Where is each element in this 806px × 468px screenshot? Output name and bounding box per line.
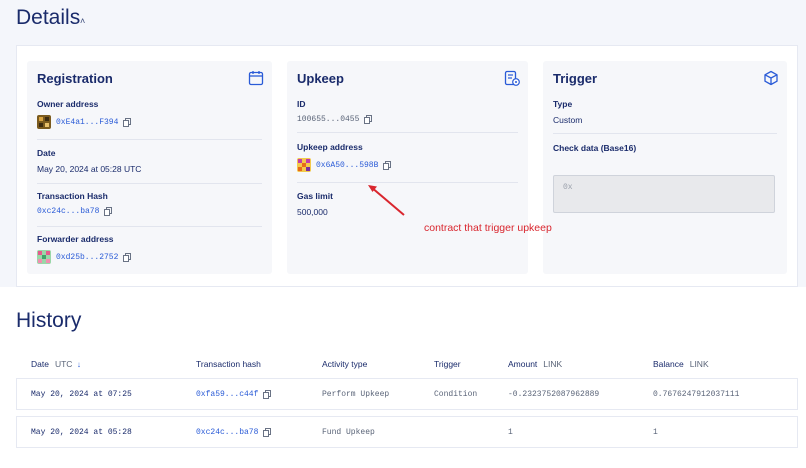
table-row: May 20, 2024 at 05:28 0xc24c...ba78 Fund… [16,416,798,448]
row-trigger: Condition [434,390,478,399]
id-label: ID [297,99,306,109]
tx-column-header: Transaction hash [196,359,261,369]
date-value: May 20, 2024 at 05:28 UTC [37,164,142,174]
copy-icon[interactable] [123,252,132,262]
annotation-text: contract that trigger upkeep [424,222,552,234]
divider [37,183,262,184]
gas-limit-value: 500,000 [297,207,328,217]
upkeep-avatar [297,158,311,172]
owner-field: Owner address 0xE4a1...F394 [37,99,132,129]
type-value: Custom [553,115,583,125]
id-value[interactable]: 100655...0455 [297,115,359,124]
row-activity: Fund Upkeep [322,428,375,437]
tx-hash-value[interactable]: 0xc24c...ba78 [37,207,99,216]
sort-arrow-icon[interactable]: ↓ [77,360,81,369]
row-date: May 20, 2024 at 05:28 [31,428,132,437]
id-field: ID 100655...0455 [297,99,373,124]
balance-header-label: Balance [653,359,684,369]
cube-icon [764,70,778,86]
date-header-unit: UTC [54,359,73,369]
trigger-title: Trigger [553,71,598,86]
tx-hash-label: Transaction Hash [37,191,108,201]
table-row: May 20, 2024 at 07:25 0xfa59...c44f Perf… [16,378,798,410]
amount-header-label: Amount [508,359,538,369]
owner-address[interactable]: 0xE4a1...F394 [56,118,118,127]
balance-column-header: Balance LINK [653,359,709,369]
divider [37,139,262,140]
copy-icon[interactable] [263,428,272,437]
copy-icon[interactable] [364,115,373,124]
row-tx-hash[interactable]: 0xfa59...c44f [196,390,272,399]
forwarder-address[interactable]: 0xd25b...2752 [56,253,118,262]
row-balance: 0.7676247912037111 [653,390,740,399]
gas-limit-field: Gas limit 500,000 [297,191,333,217]
upkeep-settings-icon [504,70,520,86]
row-amount: 1 [508,428,513,437]
forwarder-label: Forwarder address [37,234,114,244]
upkeep-card: Upkeep ID 100655...0455 Upkeep address 0… [287,61,528,274]
row-tx-hash-value[interactable]: 0xfa59...c44f [196,390,258,399]
details-heading: Details [16,6,81,29]
copy-icon[interactable] [104,207,113,216]
type-field: Type Custom [553,99,582,125]
row-balance: 1 [653,428,658,437]
copy-icon[interactable] [383,160,392,170]
activity-column-header: Activity type [322,359,368,369]
history-heading: History [16,309,82,332]
registration-title: Registration [37,71,113,86]
trigger-card: Trigger Type Custom Check data (Base16) … [543,61,787,274]
copy-icon[interactable] [123,117,132,127]
annotation-arrow-icon [368,185,405,216]
check-data-label: Check data (Base16) [553,143,637,153]
date-field: Date May 20, 2024 at 05:28 UTC [37,148,141,174]
calendar-icon [248,71,264,86]
type-label: Type [553,99,573,109]
owner-label: Owner address [37,99,99,109]
trigger-column-header: Trigger [434,359,461,369]
divider [553,133,777,134]
row-date: May 20, 2024 at 07:25 [31,390,132,399]
date-header-label: Date [31,359,49,369]
amount-column-header: Amount LINK [508,359,562,369]
row-activity: Perform Upkeep [322,390,390,399]
upkeep-title: Upkeep [297,71,344,86]
check-data-textarea[interactable]: 0x [553,175,775,213]
owner-avatar [37,115,51,129]
tx-hash-field: Transaction Hash 0xc24c...ba78 [37,191,113,216]
upkeep-address-field: Upkeep address 0x6A50...598B [297,142,392,172]
row-tx-hash[interactable]: 0xc24c...ba78 [196,428,272,437]
upkeep-address[interactable]: 0x6A50...598B [316,161,378,170]
date-column-header[interactable]: Date UTC ↓ [31,359,81,369]
amount-header-unit: LINK [543,359,563,369]
forwarder-avatar [37,250,51,264]
registration-card: Registration Owner address 0xE4a1...F394… [27,61,272,274]
balance-header-unit: LINK [689,359,709,369]
check-data-placeholder: 0x [563,183,573,192]
gas-limit-label: Gas limit [297,191,333,201]
row-amount: -0.2323752087962889 [508,390,600,399]
upkeep-address-label: Upkeep address [297,142,363,152]
check-data-field: Check data (Base16) [553,143,636,153]
forwarder-field: Forwarder address 0xd25b...2752 [37,234,132,264]
details-panel: Registration Owner address 0xE4a1...F394… [16,45,798,287]
row-tx-hash-value[interactable]: 0xc24c...ba78 [196,428,258,437]
date-label: Date [37,148,56,158]
divider [37,226,262,227]
copy-icon[interactable] [263,390,272,399]
collapse-chevron-icon[interactable]: ˄ [80,16,85,26]
divider [297,132,518,133]
